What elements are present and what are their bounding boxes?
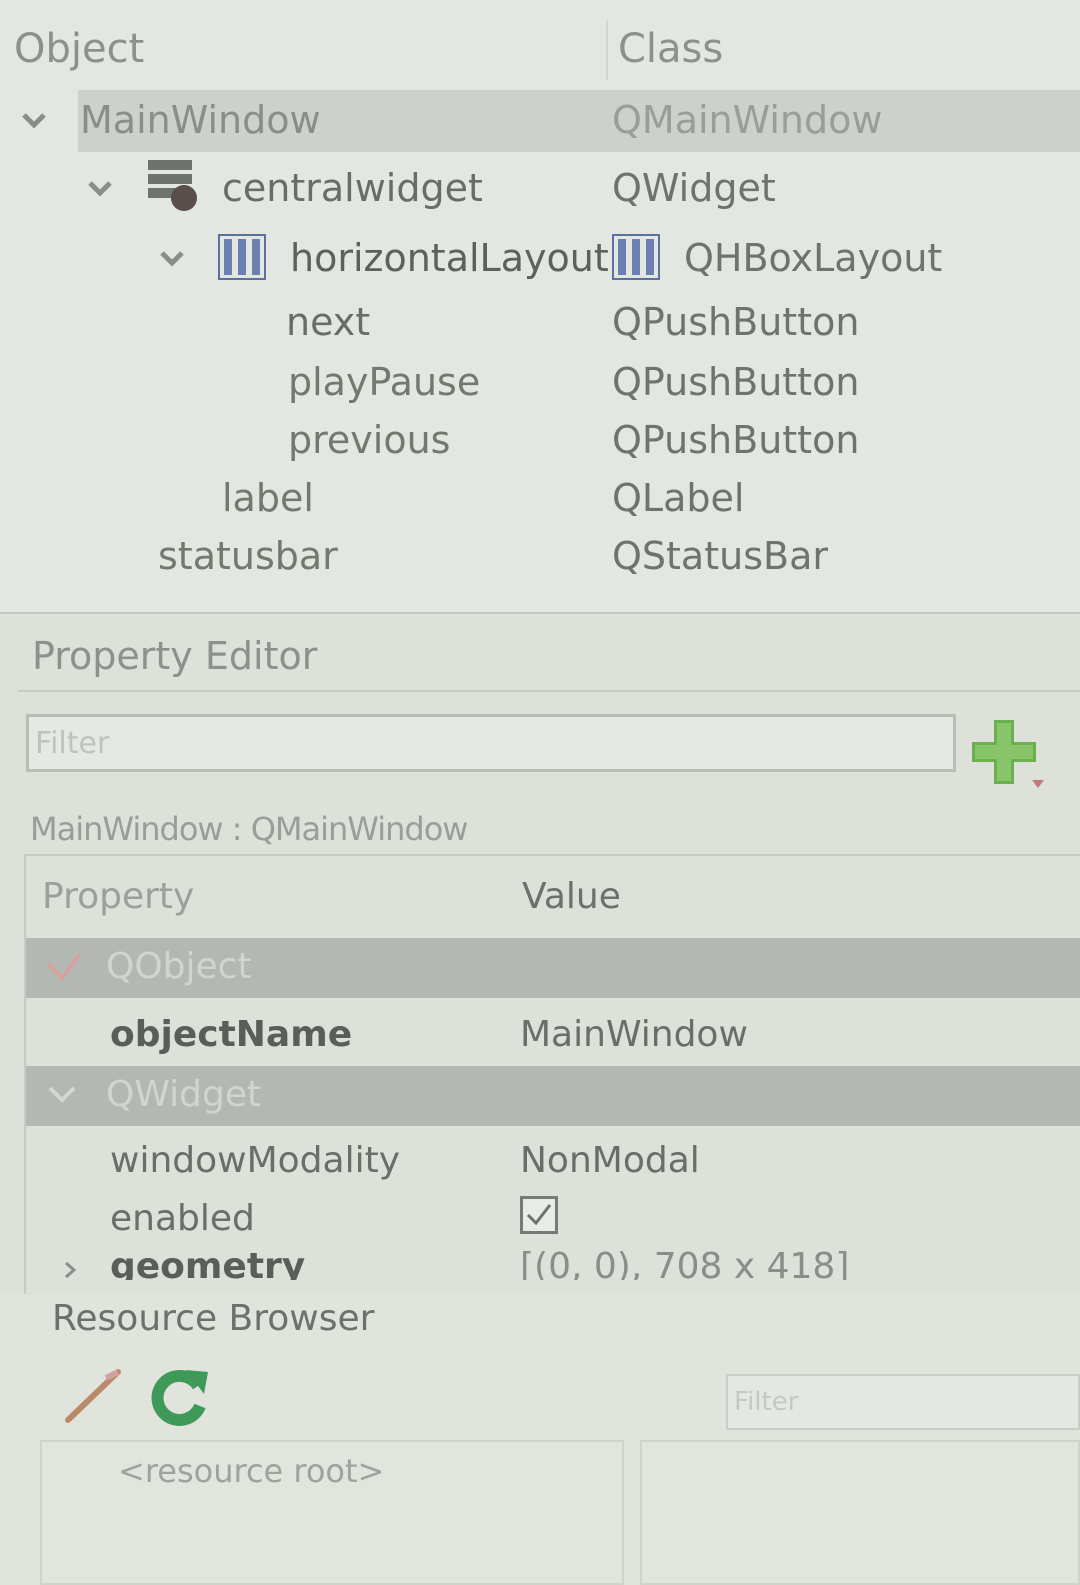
- resource-root-item[interactable]: <resource root>: [118, 1452, 384, 1490]
- property-row-windowmodality[interactable]: windowModality NonModal: [26, 1132, 1080, 1190]
- property-name: enabled: [110, 1198, 255, 1239]
- object-inspector-header: Object Class: [0, 20, 1080, 80]
- divider: [18, 690, 1080, 692]
- column-header-object[interactable]: Object: [14, 26, 144, 72]
- enabled-checkbox[interactable]: [520, 1196, 558, 1234]
- chevron-down-icon[interactable]: [86, 174, 114, 202]
- chevron-down-icon[interactable]: [158, 244, 186, 272]
- tree-row-previous[interactable]: previous QPushButton: [0, 410, 1080, 472]
- object-name: statusbar: [158, 534, 338, 578]
- category-row-qobject[interactable]: QObject: [26, 938, 1080, 998]
- property-table: Property Value QObject objectName MainWi…: [24, 854, 1080, 1296]
- object-class: QMainWindow: [612, 98, 883, 142]
- property-value[interactable]: NonModal: [520, 1140, 700, 1181]
- resource-filter-input[interactable]: [728, 1376, 1078, 1428]
- property-name: geometry: [110, 1246, 306, 1280]
- object-class: QPushButton: [612, 360, 860, 404]
- tree-row-playpause[interactable]: playPause QPushButton: [0, 352, 1080, 414]
- object-class: QWidget: [612, 166, 776, 210]
- tree-row-label[interactable]: label QLabel: [0, 468, 1080, 530]
- resource-browser-title: Resource Browser: [52, 1298, 375, 1339]
- reload-icon[interactable]: [146, 1364, 212, 1430]
- tree-row-horizontallayout[interactable]: horizontalLayout QHBoxLayout: [0, 228, 1080, 290]
- column-header-property[interactable]: Property: [42, 876, 194, 917]
- add-property-icon[interactable]: [966, 714, 1046, 794]
- resource-list[interactable]: [640, 1440, 1080, 1585]
- hbox-layout-icon: [218, 234, 266, 280]
- property-value[interactable]: MainWindow: [520, 1014, 748, 1055]
- chevron-down-icon[interactable]: [20, 106, 48, 134]
- object-class: QPushButton: [612, 300, 860, 344]
- resource-browser: Resource Browser <resource root>: [0, 1294, 1080, 1585]
- object-name: horizontalLayout: [290, 236, 609, 280]
- checkmark-icon: [526, 1204, 552, 1226]
- column-header-value[interactable]: Value: [522, 876, 621, 917]
- object-class: QHBoxLayout: [684, 236, 943, 280]
- category-row-qwidget[interactable]: QWidget: [26, 1066, 1080, 1126]
- object-name: label: [222, 476, 314, 520]
- selected-object-context: MainWindow : QMainWindow: [30, 810, 468, 848]
- chevron-down-icon[interactable]: [44, 950, 84, 986]
- object-class: QLabel: [612, 476, 745, 520]
- property-name: objectName: [110, 1014, 353, 1055]
- resource-filter-field[interactable]: [726, 1374, 1080, 1430]
- tree-row-centralwidget[interactable]: centralwidget QWidget: [0, 158, 1080, 220]
- widget-icon: [148, 160, 197, 211]
- tree-row-next[interactable]: next QPushButton: [0, 292, 1080, 354]
- column-divider[interactable]: [606, 20, 608, 80]
- property-editor: Property Editor MainWindow : QMainWindow…: [0, 614, 1080, 1296]
- tree-row-statusbar[interactable]: statusbar QStatusBar: [0, 526, 1080, 588]
- property-row-geometry[interactable]: geometry [(0, 0), 708 x 418]: [26, 1240, 1080, 1280]
- resource-tree[interactable]: <resource root>: [40, 1440, 624, 1585]
- property-value[interactable]: [(0, 0), 708 x 418]: [520, 1246, 849, 1280]
- object-class: QPushButton: [612, 418, 860, 462]
- property-row-objectname[interactable]: objectName MainWindow: [26, 1006, 1080, 1064]
- object-inspector: Object Class MainWindow QMainWindow cent…: [0, 0, 1080, 614]
- object-name: centralwidget: [222, 166, 483, 210]
- chevron-down-icon[interactable]: [46, 1080, 78, 1108]
- tree-row-mainwindow[interactable]: MainWindow QMainWindow: [0, 90, 1080, 152]
- property-name: windowModality: [110, 1140, 401, 1181]
- object-name: MainWindow: [80, 98, 321, 142]
- object-name: previous: [288, 418, 451, 462]
- object-class: QStatusBar: [612, 534, 828, 578]
- category-label: QWidget: [106, 1074, 262, 1115]
- hbox-layout-icon: [612, 234, 660, 280]
- chevron-right-icon[interactable]: [60, 1260, 80, 1280]
- property-editor-title: Property Editor: [32, 634, 318, 678]
- category-label: QObject: [106, 946, 252, 987]
- property-filter-field[interactable]: [26, 714, 956, 772]
- column-header-class[interactable]: Class: [618, 26, 723, 72]
- object-name: playPause: [288, 360, 481, 404]
- edit-pencil-icon[interactable]: [60, 1364, 124, 1428]
- property-filter-input[interactable]: [29, 717, 953, 769]
- object-name: next: [286, 300, 371, 344]
